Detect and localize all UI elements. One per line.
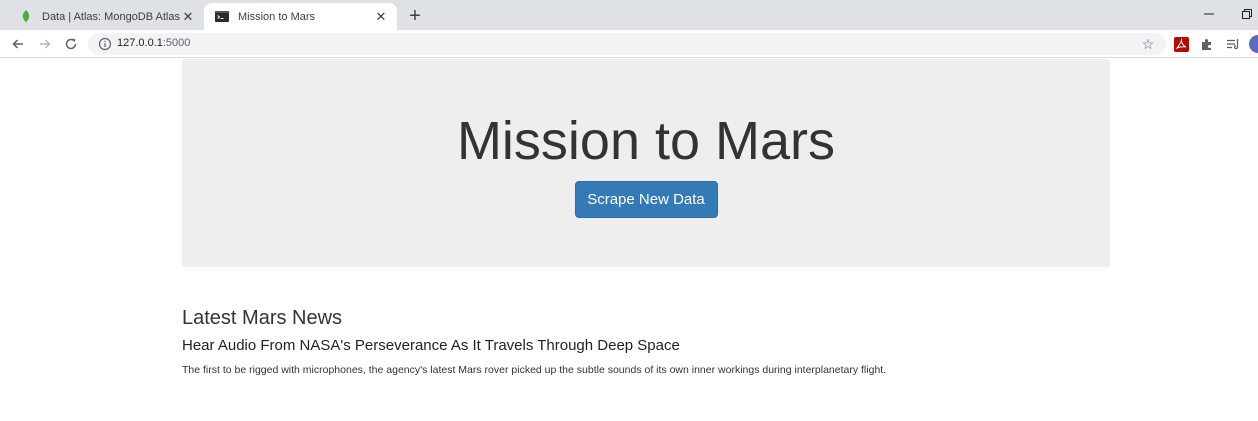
restore-window-icon[interactable]: [1240, 7, 1254, 21]
acrobat-extension-icon[interactable]: [1173, 36, 1189, 52]
back-arrow-icon[interactable]: [10, 36, 26, 52]
minimize-window-icon[interactable]: [1202, 7, 1216, 21]
tab-strip: Data | Atlas: MongoDB Atlas ✕ Mission to…: [0, 0, 1258, 30]
reload-icon[interactable]: [63, 36, 79, 52]
url-port: :5000: [162, 37, 191, 49]
reading-list-icon[interactable]: [1225, 36, 1241, 52]
url-host: 127.0.0.1: [117, 37, 163, 49]
section-heading: Latest Mars News: [182, 307, 343, 329]
tab-mission-to-mars[interactable]: Mission to Mars ✕: [204, 3, 397, 30]
news-teaser: The first to be rigged with microphones,…: [182, 364, 887, 376]
tab-mongodb-atlas[interactable]: Data | Atlas: MongoDB Atlas ✕: [8, 3, 204, 30]
profile-avatar[interactable]: [1249, 35, 1258, 53]
terminal-icon: [214, 9, 230, 25]
url-text: 127.0.0.1:5000: [117, 37, 190, 49]
jumbotron: Mission to Mars Scrape New Data: [182, 59, 1110, 267]
close-tab-icon[interactable]: ✕: [373, 9, 389, 25]
news-headline: Hear Audio From NASA's Perseverance As I…: [182, 337, 680, 354]
scrape-new-data-button[interactable]: Scrape New Data: [574, 181, 718, 218]
latest-news-section: Latest Mars News Hear Audio From NASA's …: [182, 307, 1110, 377]
close-tab-icon[interactable]: ✕: [180, 9, 196, 25]
address-bar[interactable]: 127.0.0.1:5000 ☆: [88, 33, 1166, 55]
tab-title: Data | Atlas: MongoDB Atlas: [42, 10, 180, 23]
mongodb-leaf-icon: [18, 9, 34, 25]
tab-title: Mission to Mars: [238, 10, 316, 23]
new-tab-button[interactable]: +: [404, 5, 426, 27]
site-info-icon[interactable]: [98, 37, 112, 51]
extensions-puzzle-icon[interactable]: [1199, 36, 1215, 52]
browser-toolbar: 127.0.0.1:5000 ☆: [0, 30, 1258, 58]
forward-arrow-icon[interactable]: [37, 36, 53, 52]
bookmark-star-icon[interactable]: ☆: [1140, 36, 1156, 52]
page-title: Mission to Mars: [456, 111, 836, 171]
